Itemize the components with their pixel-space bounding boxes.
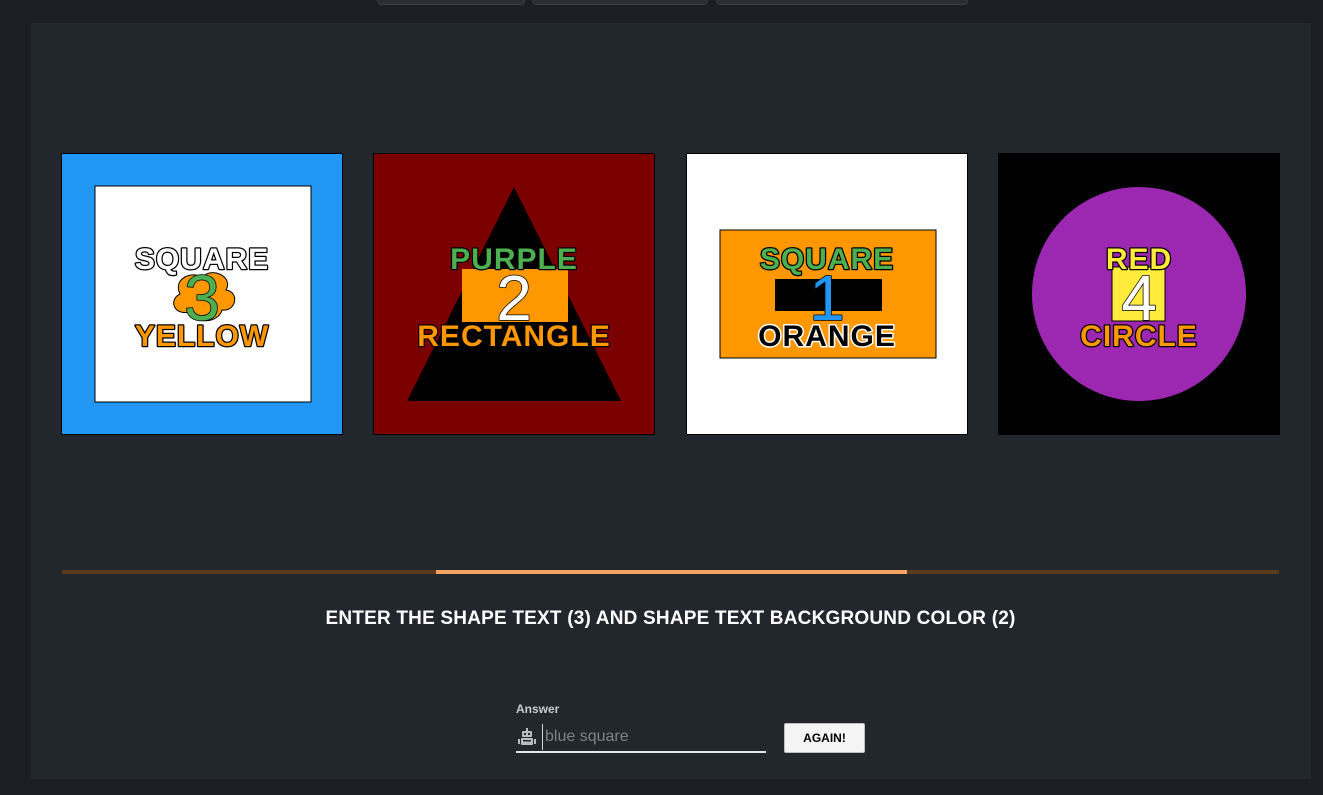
answer-label: Answer [516, 702, 560, 716]
shape-card-1[interactable]: SQUARE 3 YELLOW [61, 153, 343, 435]
top-tab-2[interactable] [532, 0, 708, 5]
shape-card-3-image: SQUARE 1 ORANGE [687, 154, 967, 434]
shape-card-1-image: SQUARE 3 YELLOW [62, 154, 342, 434]
again-button[interactable]: AGAIN! [784, 723, 865, 753]
progress-bar [62, 570, 1279, 574]
shape-card-2[interactable]: PURPLE 2 RECTANGLE [373, 153, 655, 435]
answer-input[interactable] [542, 724, 765, 750]
shape-card-4-image: RED 4 CIRCLE [999, 154, 1279, 434]
card-bottom-text: YELLOW [135, 320, 269, 353]
shape-card-3[interactable]: SQUARE 1 ORANGE [686, 153, 968, 435]
top-tab-strip [0, 0, 1323, 6]
progress-fill [436, 570, 907, 574]
shape-card-4[interactable]: RED 4 CIRCLE [998, 153, 1280, 435]
card-bottom-text: CIRCLE [1080, 320, 1198, 353]
top-tab-1[interactable] [377, 0, 525, 5]
top-tab-3[interactable] [716, 0, 968, 5]
card-bottom-text: ORANGE [758, 320, 896, 353]
shape-card-2-image: PURPLE 2 RECTANGLE [374, 154, 654, 434]
answer-field[interactable] [516, 724, 766, 753]
card-bottom-text: RECTANGLE [417, 320, 610, 353]
robot-icon [518, 728, 536, 745]
instruction-text: ENTER THE SHAPE TEXT (3) AND SHAPE TEXT … [325, 608, 1016, 629]
